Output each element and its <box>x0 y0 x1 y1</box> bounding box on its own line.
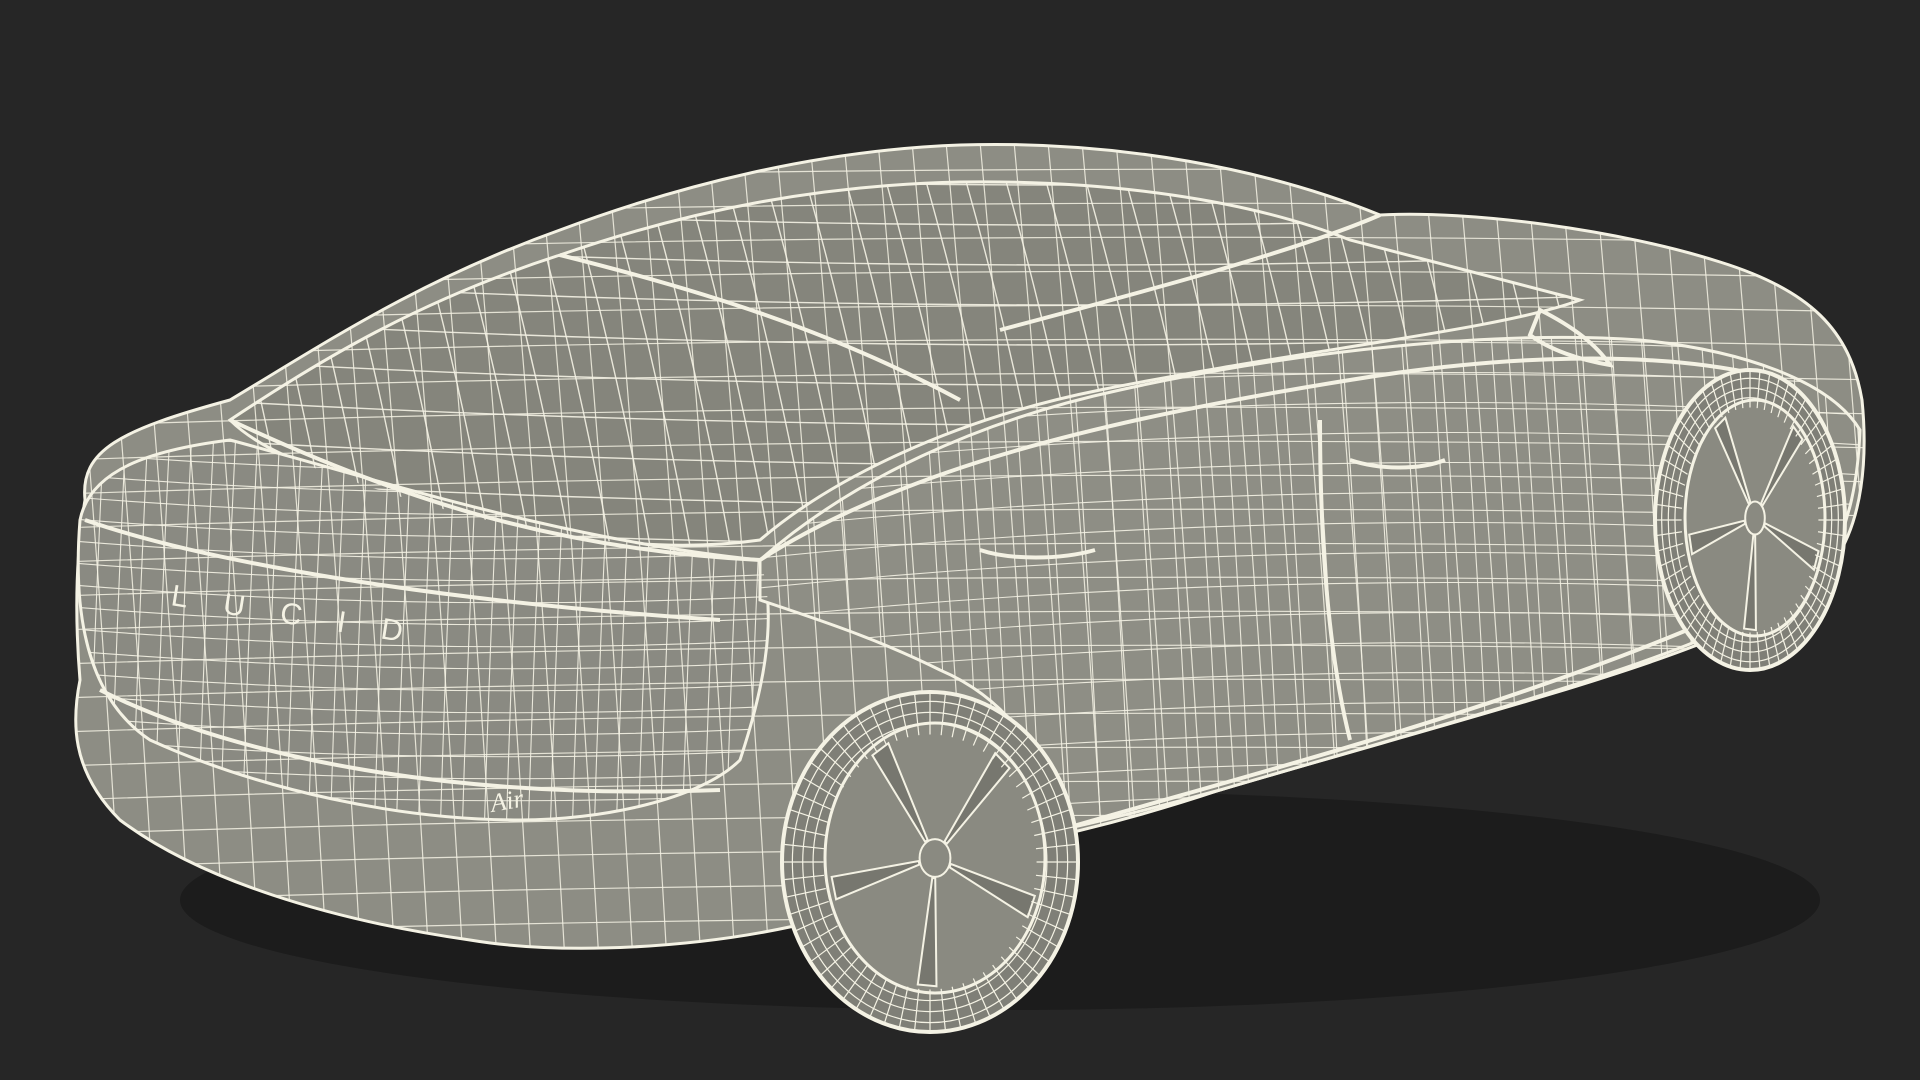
mesh-line <box>60 101 1880 120</box>
model-script: Air <box>486 783 527 818</box>
mesh-line <box>1880 320 1912 860</box>
rear-wheel <box>780 690 1080 1034</box>
car-wireframe-render: LUCID Air <box>44 101 1912 1034</box>
wheel-hub <box>1744 500 1766 536</box>
mesh-line <box>1861 144 1865 949</box>
wheel-hub <box>918 838 952 878</box>
render-viewport: LUCID Air <box>0 0 1920 1080</box>
front-wheel <box>1653 368 1847 672</box>
mesh-line <box>44 430 60 840</box>
